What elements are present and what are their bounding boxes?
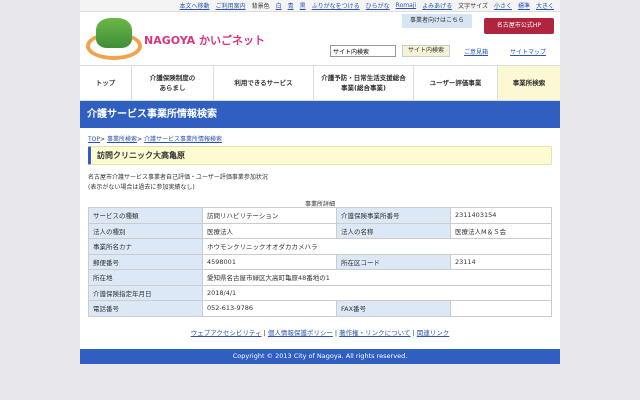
nav-user-eval[interactable]: ユーザー評価事業 — [414, 66, 498, 100]
details-table: サービスの種類 訪問リハビリテーション 介護保険事業所番号 2311403154 法人… — [88, 207, 552, 317]
table-caption: 事業所詳細 — [304, 201, 335, 208]
search-button[interactable]: サイト内検索 — [402, 45, 450, 57]
cell-value: 4598001 — [202, 253, 337, 270]
table-row: 法人の種別 医療法人 法人の名称 医療法人M＆Ｓ会 — [88, 222, 552, 239]
cell-value — [450, 300, 552, 317]
hiragana-link[interactable]: ひらがな — [366, 1, 390, 10]
feedback-link[interactable]: ご意見箱 — [464, 47, 488, 56]
furigana-link[interactable]: ふりがなをつける — [312, 1, 360, 10]
nav-system[interactable]: 介護保険制度の あらまし — [132, 66, 214, 100]
cell-value: 2018/4/1 — [202, 284, 552, 301]
cell-label: 所在区コード — [336, 253, 451, 270]
cell-value: 医療法人M＆Ｓ会 — [450, 222, 552, 239]
read-aloud-link[interactable]: よみあげる — [422, 1, 452, 10]
cell-value: 訪問リハビリテーション — [202, 207, 337, 224]
nav-top[interactable]: トップ — [80, 66, 132, 100]
table-row: 所在地 愛知県名古屋市緑区大高町亀原48番地の1 — [88, 269, 552, 286]
bg-blue[interactable]: 青 — [288, 1, 294, 10]
footer-links: ウェブアクセシビリティ | 個人情報保護ポリシー | 著作権・リンクについて |… — [190, 328, 450, 337]
font-small[interactable]: 小さく — [494, 1, 512, 10]
bg-black[interactable]: 黒 — [300, 1, 306, 10]
sitemap-link[interactable]: サイトマップ — [510, 47, 546, 56]
fontsize-label: 文字サイズ — [458, 3, 488, 10]
page-title: 介護サービス事業所情報検索 — [80, 101, 560, 128]
crumb-current[interactable]: 介護サービス事業所情報検索 — [144, 136, 222, 143]
participation-note: 名古屋市介護サービス事業者自己評価・ユーザー評価事業参加状況 (表示がない場合は… — [80, 165, 560, 199]
cell-label: 介護保険指定年月日 — [88, 284, 203, 301]
header: NAGOYA かいごネット 事業者向けはこちら 名古屋市公式HP サイト内検索 … — [80, 12, 560, 65]
city-hp-button[interactable]: 名古屋市公式HP — [484, 18, 554, 34]
table-row: 事業所名カナ ホウモンクリニックオオダカカメハラ — [88, 238, 552, 255]
cell-label: 介護保険事業所番号 — [336, 207, 451, 224]
cell-label: FAX番号 — [336, 300, 451, 317]
table-row: サービスの種類 訪問リハビリテーション 介護保険事業所番号 2311403154 — [88, 207, 552, 224]
bg-white[interactable]: 白 — [276, 1, 282, 10]
nav-office-search[interactable]: 事業所検索 — [498, 66, 560, 100]
cell-label: 法人の名称 — [336, 222, 451, 239]
cell-label: 所在地 — [88, 269, 203, 286]
logo[interactable] — [86, 14, 142, 62]
nav-prevention[interactable]: 介護予防・日常生活支援総合 事業(総合事業) — [314, 66, 414, 100]
crumb-top[interactable]: TOP — [88, 136, 100, 143]
table-row: 郵便番号 4598001 所在区コード 23114 — [88, 253, 552, 270]
crumb-search[interactable]: 事業所検索 — [107, 136, 137, 143]
facility-name: 訪問クリニック大高亀原 — [88, 146, 552, 165]
skip-link[interactable]: 本文へ移動 — [180, 1, 210, 10]
nav-services[interactable]: 利用できるサービス — [214, 66, 314, 100]
cell-value: 052-613-9786 — [202, 300, 337, 317]
page: 本文へ移動 ご利用案内 背景色 白 青 黒 ふりがなをつける ひらがな Roma… — [80, 0, 560, 364]
main-nav: トップ 介護保険制度の あらまし 利用できるサービス 介護予防・日常生活支援総合… — [80, 65, 560, 101]
font-large[interactable]: 大きく — [536, 1, 554, 10]
cell-value: 医療法人 — [202, 222, 337, 239]
cell-label: 電話番号 — [88, 300, 203, 317]
footer-link-copyright[interactable]: 著作権・リンクについて — [339, 329, 410, 337]
crumb-sep: > — [100, 136, 106, 143]
footer-link-accessibility[interactable]: ウェブアクセシビリティ — [191, 329, 262, 337]
table-row: 電話番号 052-613-9786 FAX番号 — [88, 300, 552, 317]
business-link[interactable]: 事業者向けはこちら — [402, 14, 472, 28]
utility-bar: 本文へ移動 ご利用案内 背景色 白 青 黒 ふりがなをつける ひらがな Roma… — [80, 0, 560, 12]
crumb-sep: > — [136, 136, 143, 143]
note-line2: (表示がない場合は過去に参加実績なし) — [88, 184, 195, 191]
cell-label: 郵便番号 — [88, 253, 203, 270]
breadcrumb: TOP> 事業所検索> 介護サービス事業所情報検索 — [80, 128, 560, 146]
note-line1: 名古屋市介護サービス事業者自己評価・ユーザー評価事業参加状況 — [88, 174, 268, 181]
table-row: 介護保険指定年月日 2018/4/1 — [88, 284, 552, 301]
footer-link-related[interactable]: 関連リンク — [417, 329, 450, 337]
copyright: Copyright © 2013 City of Nagoya. All rig… — [80, 349, 560, 364]
cell-value: 2311403154 — [450, 207, 552, 224]
cell-label: 事業所名カナ — [88, 238, 203, 255]
cell-value: 愛知県名古屋市緑区大高町亀原48番地の1 — [202, 269, 552, 286]
cell-value: ホウモンクリニックオオダカカメハラ — [202, 238, 552, 255]
footer-link-privacy[interactable]: 個人情報保護ポリシー — [268, 329, 333, 337]
search-input[interactable] — [330, 45, 396, 57]
guide-link[interactable]: ご利用案内 — [216, 1, 246, 10]
romaji-link[interactable]: Romaji — [396, 2, 416, 9]
cell-label: サービスの種類 — [88, 207, 203, 224]
site-name[interactable]: NAGOYA かいごネット — [144, 32, 265, 48]
cell-value: 23114 — [450, 253, 552, 270]
bg-label: 背景色 — [251, 3, 270, 10]
cell-label: 法人の種別 — [88, 222, 203, 239]
font-standard[interactable]: 標準 — [518, 1, 530, 10]
